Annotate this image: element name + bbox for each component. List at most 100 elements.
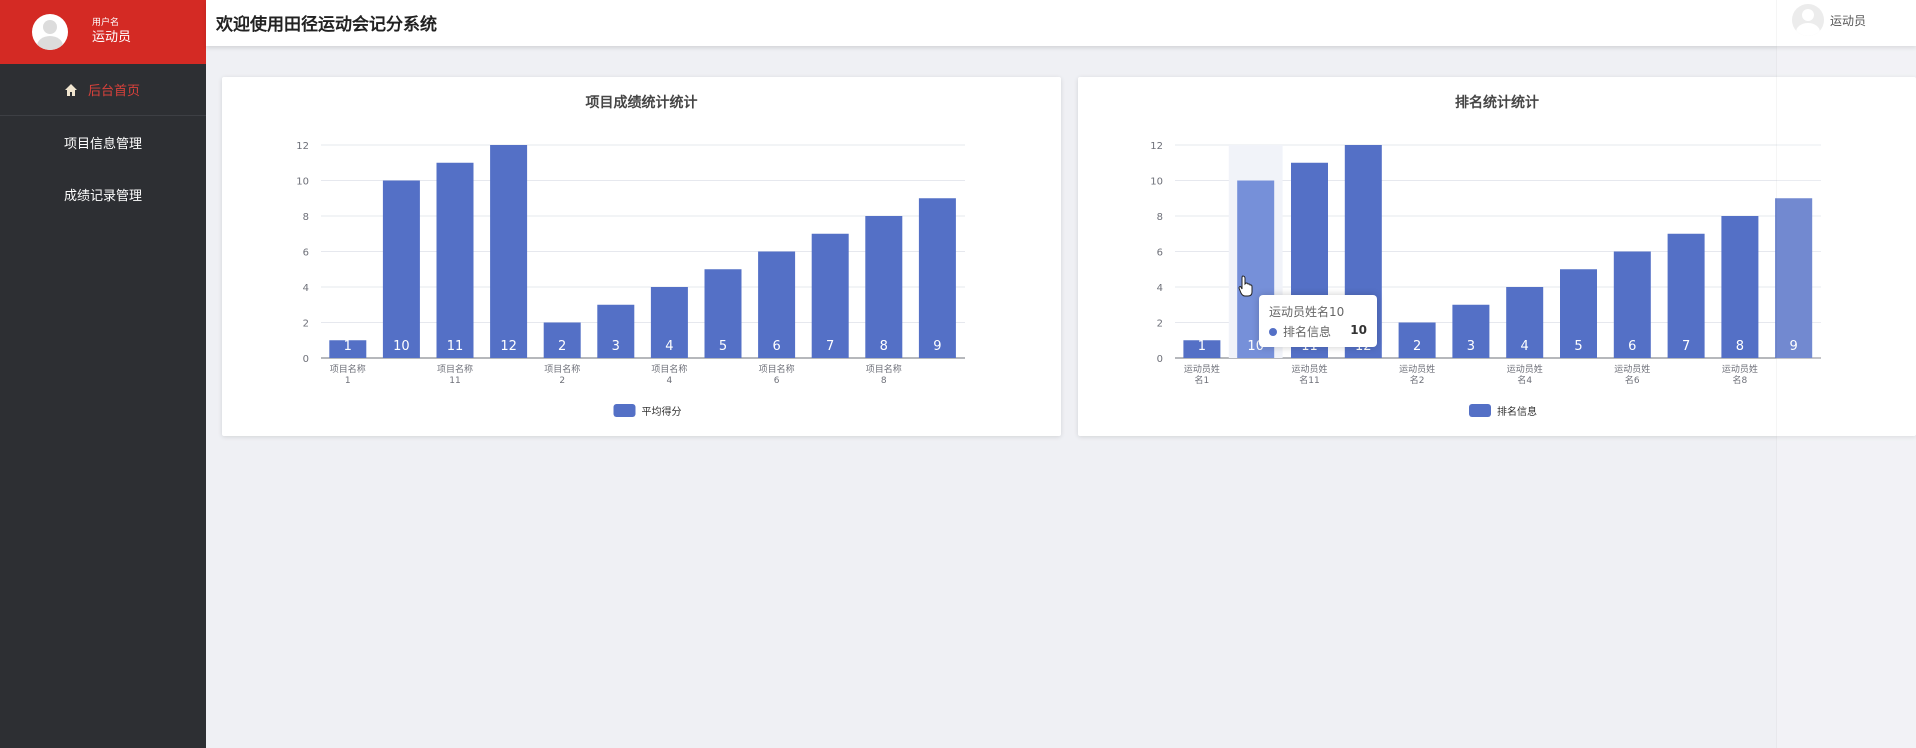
header-user-menu[interactable]: 运动员 <box>1791 4 1866 36</box>
x-tick-label: 名6 <box>1625 374 1640 386</box>
bar-data-label: 6 <box>772 339 780 354</box>
y-tick-label: 4 <box>303 283 309 294</box>
y-tick-label: 0 <box>1157 354 1163 365</box>
x-tick-label: 11 <box>449 376 460 386</box>
tooltip-title: 运动员姓名10 <box>1269 305 1345 319</box>
chart-card-project-scores: 项目成绩统计统计 0 2 4 6 8 10 12 1 10 11 12 2 3 4 5 6 7 8 9 项目名称 1 项目名… <box>222 77 1061 436</box>
chart-project-scores: 项目成绩统计统计0246810121 10 11 12 2 3 4 5 6 7 8 9项目名称1项目名… <box>296 94 965 418</box>
bar-data-label: 5 <box>719 339 727 354</box>
x-tick-label: 运动员姓 <box>1291 363 1327 375</box>
bar-data-label: 2 <box>558 339 566 354</box>
bar <box>918 198 956 358</box>
y-tick-label: 0 <box>303 354 309 365</box>
top-header: 欢迎使用田径运动会记分系统 运动员 <box>206 0 1916 46</box>
legend-swatch <box>1469 404 1491 417</box>
bar-data-label: 11 <box>447 339 464 354</box>
page-title: 欢迎使用田径运动会记分系统 <box>216 15 437 35</box>
x-tick-label: 名1 <box>1195 374 1210 386</box>
bar <box>382 180 420 358</box>
sidebar-item-score-records[interactable]: 成绩记录管理 <box>0 168 206 220</box>
bar-data-label: 12 <box>500 339 517 354</box>
y-tick-label: 10 <box>1150 177 1163 188</box>
x-tick-label: 名8 <box>1733 374 1748 386</box>
y-tick-label: 10 <box>296 177 309 188</box>
user-panel: 用户名 运动员 <box>0 0 206 64</box>
bar-data-label: 4 <box>1521 339 1529 354</box>
avatar[interactable] <box>32 14 68 50</box>
bar-data-label: 2 <box>1413 339 1421 354</box>
x-tick-label: 运动员姓 <box>1722 363 1758 375</box>
bar-data-label: 9 <box>933 339 941 354</box>
y-tick-label: 6 <box>303 248 309 259</box>
x-tick-label: 名11 <box>1299 374 1319 386</box>
chart-tooltip: 运动员姓名10 排名信息 10 <box>1259 295 1377 347</box>
bar <box>436 162 474 358</box>
bar-data-label: 8 <box>1736 339 1744 354</box>
sidebar: 用户名 运动员 后台首页 项目信息管理 成绩记录管理 <box>0 0 206 748</box>
y-tick-label: 12 <box>1150 141 1163 152</box>
x-tick-label: 6 <box>774 376 780 386</box>
y-tick-label: 2 <box>1157 319 1163 330</box>
username-label: 用户名 <box>92 17 120 28</box>
x-tick-label: 项目名称 <box>651 363 687 375</box>
chart-rankings: 排名统计统计024681012110111223456789运动员姓名1运动员姓… <box>1150 94 1821 418</box>
bar-data-label: 9 <box>1790 339 1798 354</box>
bar <box>1721 216 1759 358</box>
bar-data-label: 10 <box>393 339 410 354</box>
x-tick-label: 项目名称 <box>330 363 366 375</box>
x-tick-label: 名4 <box>1517 374 1532 386</box>
bar-data-label: 3 <box>612 339 620 354</box>
chart-card-rankings: 排名统计统计024681012110111223456789运动员姓名1运动员姓… <box>1078 77 1916 436</box>
sidebar-item-label: 后台首页 <box>88 84 141 99</box>
bar-data-label: 6 <box>1628 339 1636 354</box>
x-tick-label: 项目名称 <box>437 363 473 375</box>
x-tick-label: 运动员姓 <box>1184 363 1220 375</box>
tooltip-series-dot <box>1269 328 1277 336</box>
x-tick-label: 名2 <box>1410 374 1425 386</box>
x-tick-label: 项目名称 <box>759 363 795 375</box>
legend-label: 平均得分 <box>642 406 682 418</box>
y-tick-label: 4 <box>1157 283 1163 294</box>
x-tick-label: 项目名称 <box>866 363 902 375</box>
y-tick-label: 6 <box>1157 248 1163 259</box>
y-tick-label: 12 <box>296 141 309 152</box>
bar-data-label: 5 <box>1574 339 1582 354</box>
bar-data-label: 1 <box>1198 339 1206 354</box>
x-tick-label: 4 <box>667 376 673 386</box>
y-tick-label: 8 <box>1157 212 1163 223</box>
sidebar-item-label: 项目信息管理 <box>64 136 143 152</box>
y-tick-label: 2 <box>303 319 309 330</box>
bar-data-label: 8 <box>880 339 888 354</box>
user-avatar-icon <box>1791 4 1824 36</box>
hand-cursor-icon <box>1238 275 1253 297</box>
header-user-label: 运动员 <box>1829 13 1866 28</box>
sidebar-item-label: 成绩记录管理 <box>64 188 143 204</box>
x-tick-label: 运动员姓 <box>1614 363 1650 375</box>
x-tick-label: 运动员姓 <box>1507 363 1543 375</box>
x-tick-label: 8 <box>881 376 887 386</box>
chart-title: 排名统计统计 <box>1455 94 1539 111</box>
x-tick-label: 运动员姓 <box>1399 363 1435 375</box>
bar <box>490 145 528 358</box>
sidebar-item-project-info[interactable]: 项目信息管理 <box>0 116 206 168</box>
bar-data-label: 3 <box>1467 339 1475 354</box>
bar-data-label: 7 <box>826 339 834 354</box>
user-role: 运动员 <box>92 29 132 45</box>
x-tick-label: 1 <box>345 376 351 386</box>
bar-data-label: 7 <box>1682 339 1690 354</box>
chart-title: 项目成绩统计统计 <box>586 94 698 111</box>
user-info: 用户名 运动员 <box>92 18 131 47</box>
tooltip-series-name: 排名信息 <box>1283 325 1332 339</box>
home-icon <box>65 83 77 96</box>
tooltip-value: 10 <box>1350 323 1367 337</box>
bar <box>1775 198 1813 358</box>
legend-label: 排名信息 <box>1497 405 1537 418</box>
sidebar-item-dashboard[interactable]: 后台首页 <box>0 64 206 116</box>
bar-data-label: 4 <box>665 339 673 354</box>
legend-swatch <box>613 404 636 417</box>
x-tick-label: 2 <box>559 376 565 386</box>
y-tick-label: 8 <box>303 212 309 223</box>
x-tick-label: 项目名称 <box>544 363 580 375</box>
bar-data-label: 1 <box>344 339 352 354</box>
bar <box>865 216 903 358</box>
